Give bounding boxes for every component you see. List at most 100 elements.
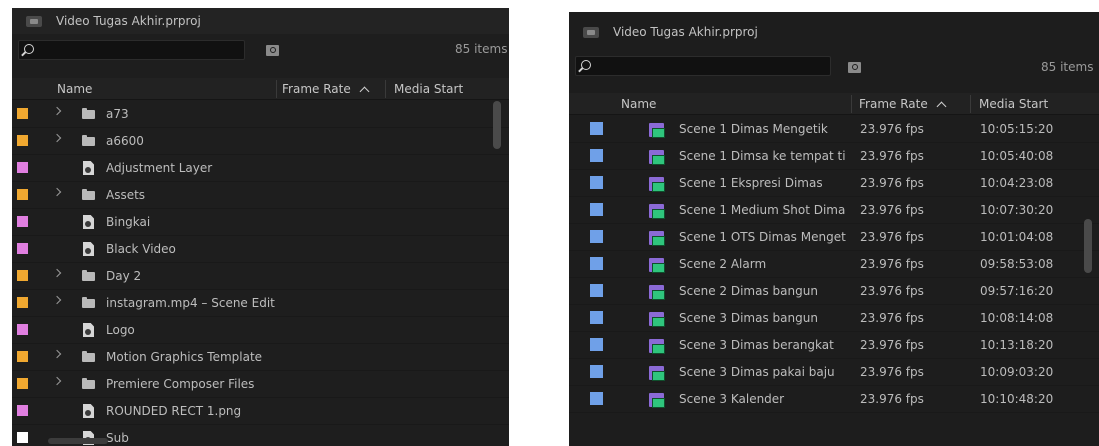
list-item[interactable]: Scene 1 Medium Shot Dima 23.976 fps 10:07:… bbox=[569, 197, 1099, 224]
label-color-swatch[interactable] bbox=[17, 378, 28, 389]
vertical-scrollbar-track[interactable] bbox=[491, 101, 501, 441]
label-color-swatch[interactable] bbox=[17, 189, 28, 200]
label-color-swatch[interactable] bbox=[590, 311, 603, 324]
chevron-right-icon[interactable] bbox=[52, 295, 62, 305]
label-color-swatch[interactable] bbox=[17, 162, 28, 173]
item-name: Scene 1 OTS Dimas Menget bbox=[679, 230, 846, 244]
find-in-bin-icon[interactable] bbox=[266, 45, 279, 56]
column-divider[interactable] bbox=[276, 80, 277, 98]
find-in-bin-icon[interactable] bbox=[848, 62, 861, 73]
column-divider[interactable] bbox=[970, 95, 971, 113]
list-item[interactable]: Black Video bbox=[12, 236, 509, 263]
label-color-swatch[interactable] bbox=[590, 338, 603, 351]
list-item[interactable]: Scene 2 Alarm 23.976 fps 09:58:53:08 bbox=[569, 251, 1099, 278]
project-title: Video Tugas Akhir.prproj bbox=[56, 14, 201, 28]
label-color-swatch[interactable] bbox=[590, 284, 603, 297]
list-item[interactable]: Scene 1 Ekspresi Dimas 23.976 fps 10:04:23… bbox=[569, 170, 1099, 197]
sequence-icon bbox=[649, 231, 665, 246]
project-title: Video Tugas Akhir.prproj bbox=[613, 25, 758, 39]
column-header-frame-rate[interactable]: Frame Rate bbox=[282, 78, 370, 100]
list-item[interactable]: Adjustment Layer bbox=[12, 155, 509, 182]
chevron-right-icon[interactable] bbox=[52, 268, 62, 278]
list-item[interactable]: Motion Graphics Template bbox=[12, 344, 509, 371]
label-color-swatch[interactable] bbox=[17, 108, 28, 119]
label-color-swatch[interactable] bbox=[590, 365, 603, 378]
list-item[interactable]: Premiere Composer Files bbox=[12, 371, 509, 398]
horizontal-scrollbar-thumb[interactable] bbox=[48, 438, 108, 444]
project-panel-right: Video Tugas Akhir.prproj 85 items Name F… bbox=[569, 12, 1099, 446]
column-header-name[interactable]: Name bbox=[57, 78, 92, 100]
list-item[interactable]: instagram.mp4 – Scene Edit bbox=[12, 290, 509, 317]
folder-icon bbox=[82, 297, 95, 308]
item-name: Scene 1 Dimas Mengetik bbox=[679, 122, 828, 136]
sequence-icon bbox=[649, 285, 665, 300]
frame-rate-value: 23.976 fps bbox=[860, 311, 924, 325]
search-input[interactable] bbox=[18, 40, 245, 60]
label-color-swatch[interactable] bbox=[17, 432, 28, 443]
vertical-scrollbar-thumb[interactable] bbox=[1084, 219, 1092, 273]
list-item[interactable]: Scene 2 Dimas bangun 23.976 fps 09:57:16:2… bbox=[569, 278, 1099, 305]
column-divider[interactable] bbox=[851, 95, 852, 113]
column-header-media-start[interactable]: Media Start bbox=[394, 78, 463, 100]
chevron-right-icon[interactable] bbox=[52, 349, 62, 359]
list-item[interactable]: Scene 1 Dimas Mengetik 23.976 fps 10:05:15… bbox=[569, 116, 1099, 143]
project-panel-header: Video Tugas Akhir.prproj bbox=[569, 12, 1099, 52]
list-item[interactable]: Scene 3 Dimas berangkat 23.976 fps 10:13:1… bbox=[569, 332, 1099, 359]
folder-icon bbox=[82, 108, 95, 119]
list-item[interactable]: Scene 1 OTS Dimas Menget 23.976 fps 10:01:… bbox=[569, 224, 1099, 251]
sequence-icon bbox=[649, 339, 665, 354]
vertical-scrollbar-thumb[interactable] bbox=[493, 101, 501, 149]
frame-rate-value: 23.976 fps bbox=[860, 257, 924, 271]
search-input[interactable] bbox=[575, 56, 831, 76]
project-panel-left: Video Tugas Akhir.prproj 85 items Name F… bbox=[12, 8, 509, 446]
label-color-swatch[interactable] bbox=[17, 216, 28, 227]
list-item[interactable]: Scene 3 Kalender 23.976 fps 10:10:48:20 bbox=[569, 386, 1099, 413]
list-item[interactable]: a73 bbox=[12, 101, 509, 128]
label-color-swatch[interactable] bbox=[17, 405, 28, 416]
sequence-icon bbox=[649, 393, 665, 408]
column-header-media-start[interactable]: Media Start bbox=[979, 93, 1048, 115]
list-item[interactable]: Assets bbox=[12, 182, 509, 209]
label-color-swatch[interactable] bbox=[590, 149, 603, 162]
label-color-swatch[interactable] bbox=[590, 203, 603, 216]
label-color-swatch[interactable] bbox=[17, 243, 28, 254]
frame-rate-value: 23.976 fps bbox=[860, 176, 924, 190]
project-bin-icon bbox=[583, 26, 599, 38]
label-color-swatch[interactable] bbox=[590, 176, 603, 189]
column-divider[interactable] bbox=[385, 80, 386, 98]
chevron-right-icon[interactable] bbox=[52, 106, 62, 116]
chevron-right-icon[interactable] bbox=[52, 133, 62, 143]
list-item[interactable]: Scene 3 Dimas bangun 23.976 fps 10:08:14:0… bbox=[569, 305, 1099, 332]
label-color-swatch[interactable] bbox=[590, 392, 603, 405]
list-item[interactable]: Bingkai bbox=[12, 209, 509, 236]
column-header-row: Name Frame Rate Media Start bbox=[12, 78, 509, 100]
item-name: Scene 1 Ekspresi Dimas bbox=[679, 176, 823, 190]
label-color-swatch[interactable] bbox=[17, 270, 28, 281]
file-icon bbox=[83, 215, 94, 229]
label-color-swatch[interactable] bbox=[590, 230, 603, 243]
media-start-value: 10:13:18:20 bbox=[980, 338, 1054, 352]
label-color-swatch[interactable] bbox=[17, 351, 28, 362]
sort-ascending-icon bbox=[359, 86, 370, 97]
list-item[interactable]: Day 2 bbox=[12, 263, 509, 290]
column-header-frame-rate[interactable]: Frame Rate bbox=[859, 93, 947, 115]
label-color-swatch[interactable] bbox=[590, 122, 603, 135]
label-color-swatch[interactable] bbox=[17, 324, 28, 335]
item-name: Assets bbox=[106, 188, 146, 202]
label-color-swatch[interactable] bbox=[17, 135, 28, 146]
column-header-name[interactable]: Name bbox=[621, 93, 656, 115]
item-name: instagram.mp4 – Scene Edit bbox=[106, 296, 275, 310]
column-header-row: Name Frame Rate Media Start bbox=[569, 93, 1099, 115]
label-color-swatch[interactable] bbox=[17, 297, 28, 308]
media-start-value: 10:05:40:08 bbox=[980, 149, 1054, 163]
chevron-right-icon[interactable] bbox=[52, 376, 62, 386]
sequence-icon bbox=[649, 177, 665, 192]
list-item[interactable]: Scene 3 Dimas pakai baju 23.976 fps 10:09:… bbox=[569, 359, 1099, 386]
list-item[interactable]: Logo bbox=[12, 317, 509, 344]
sequence-icon bbox=[649, 204, 665, 219]
list-item[interactable]: ROUNDED RECT 1.png bbox=[12, 398, 509, 425]
list-item[interactable]: Scene 1 Dimsa ke tempat ti 23.976 fps 10:0… bbox=[569, 143, 1099, 170]
label-color-swatch[interactable] bbox=[590, 257, 603, 270]
list-item[interactable]: a6600 bbox=[12, 128, 509, 155]
chevron-right-icon[interactable] bbox=[52, 187, 62, 197]
